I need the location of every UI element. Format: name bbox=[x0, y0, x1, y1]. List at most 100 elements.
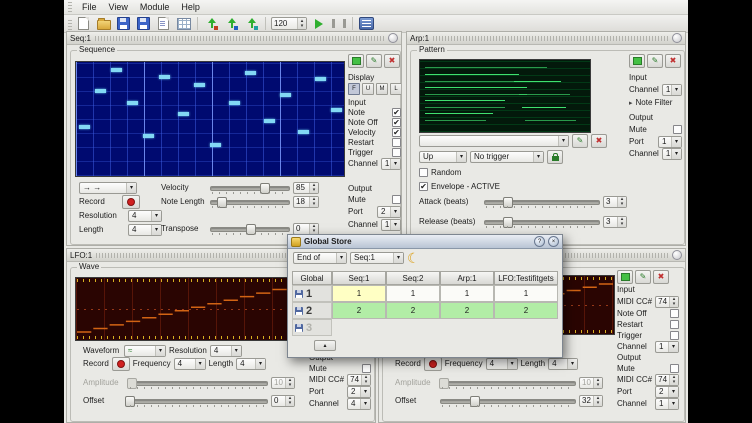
seq-record-button[interactable] bbox=[122, 195, 140, 209]
stop-button[interactable] bbox=[330, 16, 347, 31]
length-dropdown[interactable]: 4 bbox=[548, 358, 578, 370]
trigger-mode-dropdown[interactable]: No trigger bbox=[470, 151, 544, 163]
channel-out-dropdown[interactable]: 4 bbox=[347, 398, 371, 410]
store-cell[interactable]: 2 bbox=[386, 302, 440, 319]
seq-note[interactable] bbox=[178, 112, 189, 116]
zoom-upper-button[interactable]: U bbox=[362, 83, 374, 95]
seq-note[interactable] bbox=[194, 83, 205, 87]
panel-handle-button[interactable] bbox=[672, 33, 682, 43]
note-off-checkbox[interactable] bbox=[670, 309, 679, 318]
panel-handle-button[interactable] bbox=[388, 33, 398, 43]
cc-in-spinbox[interactable]: 74 bbox=[655, 296, 679, 308]
store-cell[interactable]: 1 bbox=[440, 285, 494, 302]
dialog-help-button[interactable]: ? bbox=[534, 236, 545, 247]
slider-handle[interactable] bbox=[125, 396, 135, 407]
offset-slider[interactable] bbox=[128, 395, 268, 406]
slider-handle[interactable] bbox=[217, 197, 227, 208]
cc-out-spinbox[interactable]: 74 bbox=[347, 374, 371, 386]
store-cell[interactable]: 2 bbox=[440, 302, 494, 319]
direction-dropdown[interactable]: Up bbox=[419, 151, 467, 163]
store-cell[interactable]: 2 bbox=[494, 302, 558, 319]
menu-help[interactable]: Help bbox=[175, 1, 206, 13]
note-checkbox[interactable]: ✔ bbox=[392, 108, 401, 117]
seq-note[interactable] bbox=[95, 89, 106, 93]
spin-arrows-icon[interactable] bbox=[309, 183, 318, 193]
waveform-dropdown[interactable]: ≈ bbox=[124, 345, 166, 357]
mute-checkbox[interactable] bbox=[392, 195, 401, 204]
slider-handle[interactable] bbox=[470, 396, 480, 407]
store-column-header[interactable]: Global bbox=[292, 271, 332, 285]
slider-handle[interactable] bbox=[503, 197, 513, 208]
store-slot-button[interactable]: 2 bbox=[292, 302, 332, 319]
channel-out-dropdown[interactable]: 1 bbox=[655, 398, 679, 410]
restart-checkbox[interactable] bbox=[670, 320, 679, 329]
seq-note[interactable] bbox=[229, 101, 240, 105]
note-off-checkbox[interactable]: ✔ bbox=[392, 118, 401, 127]
store-slot-button[interactable]: 3 bbox=[292, 319, 332, 336]
duplicate-module-button[interactable] bbox=[617, 270, 633, 284]
transpose-slider[interactable] bbox=[210, 223, 290, 234]
velocity-checkbox[interactable]: ✔ bbox=[392, 128, 401, 137]
note-length-spinbox[interactable]: 18 bbox=[293, 196, 319, 208]
save-button[interactable] bbox=[115, 16, 132, 31]
seq-panel-header[interactable]: Seq:1 bbox=[67, 32, 401, 45]
seq-note[interactable] bbox=[298, 130, 309, 134]
spin-arrows-icon[interactable] bbox=[593, 396, 602, 406]
zoom-lower-button[interactable]: L bbox=[390, 83, 402, 95]
store-cell[interactable]: 1 bbox=[494, 285, 558, 302]
seq-note[interactable] bbox=[111, 68, 122, 72]
store-column-header[interactable]: LFO:Testifitgets bbox=[494, 271, 558, 285]
restore-mode-dropdown[interactable]: End of bbox=[293, 252, 347, 264]
add-arp-button[interactable] bbox=[203, 16, 220, 31]
port-dropdown[interactable]: 1 bbox=[658, 136, 682, 148]
seq-note[interactable] bbox=[264, 119, 275, 123]
menu-file[interactable]: File bbox=[76, 1, 103, 13]
tempo-spinbox[interactable]: 120 bbox=[271, 17, 307, 30]
store-cell[interactable]: 1 bbox=[332, 285, 386, 302]
toolbar-grip[interactable] bbox=[68, 18, 72, 30]
spin-arrows-icon[interactable] bbox=[309, 224, 318, 234]
trigger-checkbox[interactable] bbox=[670, 331, 679, 340]
envelope-checkbox[interactable]: ✔ bbox=[419, 182, 428, 191]
store-slot-button[interactable]: 1 bbox=[292, 285, 332, 302]
spin-arrows-icon[interactable] bbox=[309, 197, 318, 207]
seq-note[interactable] bbox=[210, 143, 221, 147]
spin-arrows-icon[interactable] bbox=[617, 197, 626, 207]
add-seq-button[interactable] bbox=[243, 16, 260, 31]
expander-arrow-icon[interactable]: ▸ bbox=[629, 99, 633, 107]
spin-arrows-icon[interactable] bbox=[285, 396, 294, 406]
loop-mode-dropdown[interactable]: → → bbox=[79, 182, 137, 194]
release-slider[interactable] bbox=[484, 216, 600, 227]
slider-handle[interactable] bbox=[260, 183, 270, 194]
store-up-button[interactable] bbox=[314, 340, 336, 351]
dialog-close-button[interactable]: × bbox=[548, 236, 559, 247]
attack-slider[interactable] bbox=[484, 196, 600, 207]
panel-grip[interactable] bbox=[95, 36, 384, 41]
spin-arrows-icon[interactable] bbox=[669, 375, 678, 385]
seq-note[interactable] bbox=[280, 93, 291, 97]
arp-panel-header[interactable]: Arp:1 bbox=[407, 32, 685, 45]
zoom-mid-button[interactable]: M bbox=[376, 83, 388, 95]
arp-pattern-display[interactable] bbox=[419, 59, 591, 133]
trigger-checkbox[interactable] bbox=[392, 148, 401, 157]
duplicate-module-button[interactable] bbox=[348, 54, 364, 68]
duplicate-module-button[interactable] bbox=[629, 54, 645, 68]
rename-module-button[interactable]: ✎ bbox=[635, 270, 651, 284]
seq-note[interactable] bbox=[315, 77, 326, 81]
store-cell[interactable]: 2 bbox=[332, 302, 386, 319]
mute-checkbox[interactable] bbox=[673, 125, 682, 134]
spin-arrows-icon[interactable] bbox=[361, 375, 370, 385]
edit-pattern-button[interactable]: ✎ bbox=[572, 134, 588, 148]
store-column-header[interactable]: Seq:1 bbox=[332, 271, 386, 285]
new-file-button[interactable] bbox=[75, 16, 92, 31]
restore-module-dropdown[interactable]: Seq:1 bbox=[350, 252, 404, 264]
panel-grip[interactable] bbox=[433, 36, 668, 41]
channel-in-dropdown[interactable]: 1 bbox=[381, 158, 401, 170]
spin-arrows-icon[interactable] bbox=[669, 297, 678, 307]
frequency-dropdown[interactable]: 4 bbox=[486, 358, 518, 370]
delete-module-button[interactable]: ✖ bbox=[665, 54, 681, 68]
dialog-titlebar[interactable]: Global Store ? × bbox=[288, 235, 562, 249]
offset-slider[interactable] bbox=[440, 395, 576, 406]
mute-checkbox[interactable] bbox=[362, 364, 371, 373]
play-button[interactable] bbox=[310, 16, 327, 31]
